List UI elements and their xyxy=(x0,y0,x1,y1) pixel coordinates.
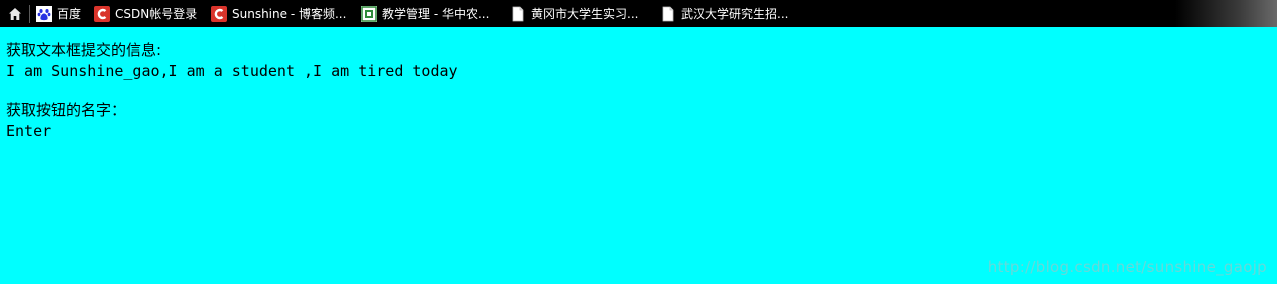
page-icon xyxy=(660,6,676,22)
bookmark-whu-graduate[interactable]: 武汉大学研究生招... xyxy=(660,0,810,27)
baidu-paw-icon xyxy=(36,5,52,22)
button-name-value: Enter xyxy=(6,122,52,140)
bookmark-label: CSDN帐号登录 xyxy=(115,7,198,21)
bookmark-huanggang-internship[interactable]: 黄冈市大学生实习... xyxy=(510,0,660,27)
university-crest-icon xyxy=(361,5,377,22)
bookmark-label: Sunshine - 博客频... xyxy=(232,7,347,21)
bookmark-label: 教学管理 - 华中农... xyxy=(382,7,490,21)
bookmark-sunshine-blog[interactable]: Sunshine - 博客频... xyxy=(211,0,361,27)
page-icon xyxy=(510,6,526,22)
home-icon xyxy=(9,7,21,20)
bookmark-label: 武汉大学研究生招... xyxy=(681,7,789,21)
textbox-label: 获取文本框提交的信息: xyxy=(6,41,162,59)
bookmark-label: 黄冈市大学生实习... xyxy=(531,7,639,21)
watermark: http://blog.csdn.net/sunshine_gaojp xyxy=(987,258,1267,276)
page-content: 获取文本框提交的信息: I am Sunshine_gao,I am a stu… xyxy=(6,40,1266,142)
home-button[interactable] xyxy=(4,0,26,27)
bookmark-baidu[interactable]: 百度 xyxy=(36,0,94,27)
csdn-c-icon xyxy=(211,5,227,22)
bookmark-teaching-management[interactable]: 教学管理 - 华中农... xyxy=(361,0,510,27)
button-name-label: 获取按钮的名字： xyxy=(6,101,127,119)
bar-divider xyxy=(29,4,30,23)
bookmark-label: 百度 xyxy=(57,7,82,21)
csdn-c-icon xyxy=(94,5,110,22)
textbox-value: I am Sunshine_gao,I am a student ,I am t… xyxy=(6,62,458,80)
bookmark-csdn-login[interactable]: CSDN帐号登录 xyxy=(94,0,211,27)
bookmarks-bar: 百度 CSDN帐号登录 Sunshine - 博客频... 教学管理 - 华中农… xyxy=(0,0,1277,27)
